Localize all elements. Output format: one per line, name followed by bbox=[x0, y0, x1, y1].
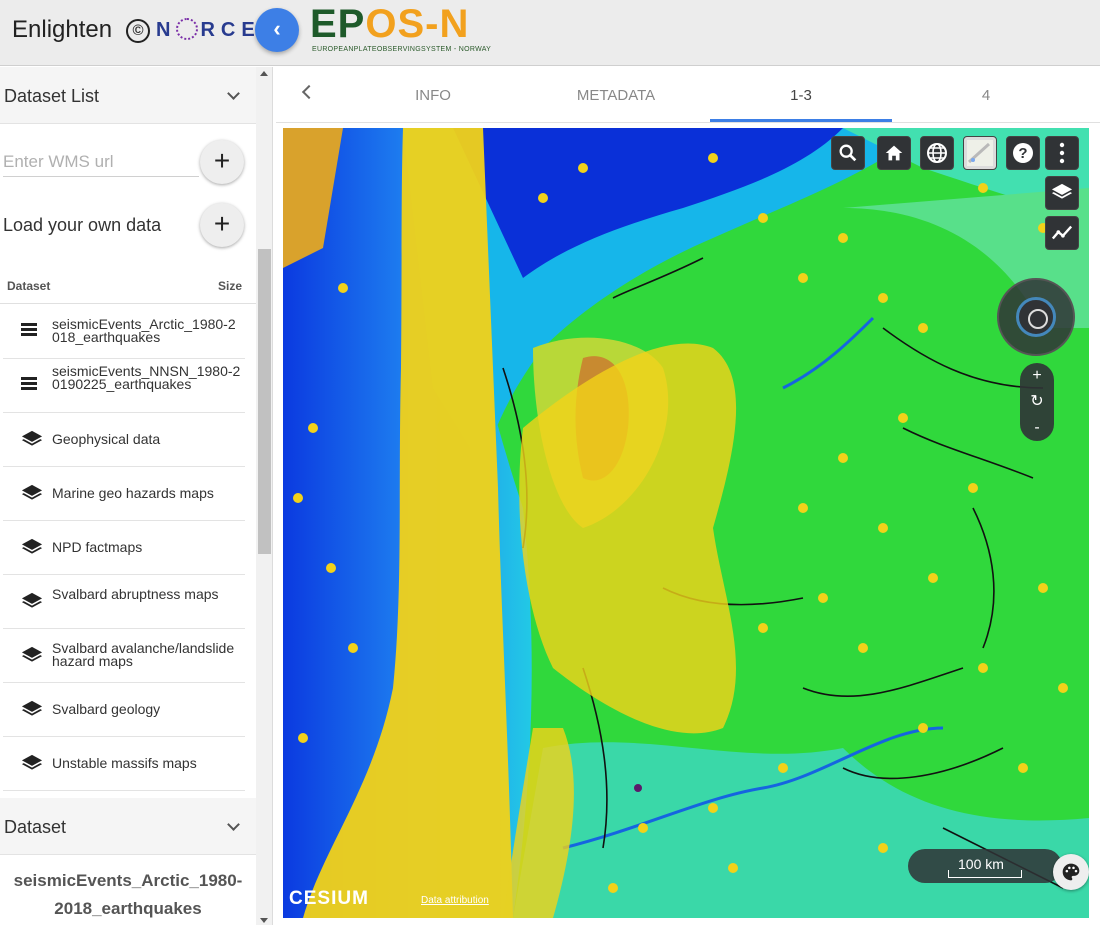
help-icon: ? bbox=[1013, 143, 1033, 163]
dataset-name: seismicEvents_NNSN_1980-20190225_earthqu… bbox=[52, 363, 241, 392]
sidebar-scrollbar[interactable] bbox=[256, 67, 273, 925]
chart-button[interactable] bbox=[1045, 216, 1079, 250]
palette-button[interactable] bbox=[1053, 854, 1089, 890]
dataset-row[interactable]: Svalbard abruptness maps bbox=[3, 575, 245, 629]
plus-icon: + bbox=[213, 208, 231, 239]
home-button[interactable] bbox=[877, 136, 911, 170]
layers-icon bbox=[21, 429, 43, 451]
epos-norway-logo: EPOS-N EUROPEANPLATEOBSERVINGSYSTEM - NO… bbox=[310, 2, 492, 53]
terrain-layer bbox=[283, 128, 1089, 918]
active-tab-indicator bbox=[710, 119, 892, 122]
load-own-data-button[interactable]: + bbox=[200, 203, 244, 247]
more-options-button[interactable] bbox=[1045, 136, 1079, 170]
load-own-data-label: Load your own data bbox=[3, 215, 162, 235]
basemap-picker-button[interactable] bbox=[963, 136, 997, 170]
app-title: Enlighten bbox=[12, 16, 113, 43]
layers-panel-button[interactable] bbox=[1045, 176, 1079, 210]
plus-icon: + bbox=[213, 145, 231, 176]
dataset-row[interactable]: seismicEvents_NNSN_1980-20190225_earthqu… bbox=[3, 359, 245, 413]
tab-info[interactable]: INFO bbox=[386, 87, 480, 104]
copyright-icon: © bbox=[126, 19, 150, 43]
svg-text:?: ? bbox=[1018, 145, 1027, 162]
tab-bar: INFO METADATA 1-3 4 bbox=[276, 67, 1100, 123]
layers-icon bbox=[21, 591, 43, 613]
sidebar-collapse-button[interactable]: ‹ bbox=[255, 8, 299, 52]
cesium-logo: CESIUM bbox=[289, 888, 369, 909]
sidebar: Dataset List + Load your own data + Data… bbox=[0, 67, 256, 925]
chevron-left-icon: ‹ bbox=[273, 16, 281, 41]
app-header: Enlighten © N RCE ‹ EPOS-N EUROPEANPLATEO… bbox=[0, 0, 1100, 66]
dataset-name: Geophysical data bbox=[52, 431, 161, 447]
dataset-row[interactable]: Svalbard geology bbox=[3, 683, 245, 737]
epos-subtitle: EUROPEANPLATEOBSERVINGSYSTEM - NORWAY bbox=[312, 46, 492, 53]
layers-icon bbox=[21, 753, 43, 775]
zoom-controls: + ↻ - bbox=[1020, 363, 1054, 441]
zoom-in-button[interactable]: + bbox=[1020, 363, 1054, 389]
dataset-name: Svalbard avalanche/landslide hazard maps bbox=[52, 640, 235, 669]
epos-globe-icon: O bbox=[365, 2, 398, 46]
globe-button[interactable] bbox=[920, 136, 954, 170]
dataset-section-header[interactable]: Dataset bbox=[0, 798, 256, 855]
selected-dataset-title: seismicEvents_Arctic_1980- 2018_earthqua… bbox=[13, 871, 243, 918]
dataset-row[interactable]: seismicEvents_Arctic_1980-2018_earthquak… bbox=[3, 305, 245, 359]
zoom-out-button[interactable]: - bbox=[1020, 415, 1054, 441]
norce-o-icon bbox=[176, 17, 199, 40]
chevron-down-icon bbox=[227, 818, 240, 831]
scroll-up-icon[interactable] bbox=[260, 71, 268, 76]
dataset-name: seismicEvents_Arctic_1980-2018_earthquak… bbox=[52, 316, 236, 345]
basemap-icon bbox=[967, 140, 993, 166]
search-button[interactable] bbox=[831, 136, 865, 170]
globe-icon bbox=[927, 143, 947, 163]
home-icon bbox=[885, 145, 903, 161]
tab-1-3[interactable]: 1-3 bbox=[746, 87, 856, 104]
zoom-reset-button[interactable]: ↻ bbox=[1020, 389, 1054, 415]
tab-back-icon[interactable] bbox=[301, 84, 317, 100]
cesium-map-viewer[interactable]: ? + ↻ - 100 km CESIUM Data attribution bbox=[283, 128, 1089, 918]
line-chart-icon bbox=[1051, 225, 1073, 240]
add-wms-button[interactable]: + bbox=[200, 140, 244, 184]
dataset-name: Marine geo hazards maps bbox=[52, 485, 214, 501]
globe-orbit-icon bbox=[1028, 309, 1048, 329]
chevron-down-icon bbox=[227, 87, 240, 100]
layers-icon bbox=[21, 483, 43, 505]
scroll-down-icon[interactable] bbox=[260, 918, 268, 923]
wms-url-input[interactable] bbox=[3, 147, 199, 177]
dataset-row[interactable]: Svalbard avalanche/landslide hazard maps bbox=[3, 629, 245, 683]
dataset-row[interactable]: NPD factmaps bbox=[3, 521, 245, 575]
list-icon bbox=[21, 377, 43, 399]
layers-icon bbox=[21, 537, 43, 559]
dataset-table-header: Dataset Size bbox=[0, 271, 256, 304]
tab-metadata[interactable]: METADATA bbox=[556, 87, 676, 104]
norce-logo: N RCE bbox=[156, 17, 261, 41]
dataset-name: Svalbard abruptness maps bbox=[52, 586, 219, 602]
dataset-name: Svalbard geology bbox=[52, 701, 161, 717]
data-attribution-link[interactable]: Data attribution bbox=[421, 895, 489, 906]
help-button[interactable]: ? bbox=[1006, 136, 1040, 170]
dataset-row[interactable]: Unstable massifs maps bbox=[3, 737, 245, 791]
column-header-dataset: Dataset bbox=[7, 279, 51, 293]
search-icon bbox=[839, 144, 857, 162]
list-icon bbox=[21, 323, 43, 345]
layers-icon bbox=[21, 699, 43, 721]
dataset-name: NPD factmaps bbox=[52, 539, 143, 555]
dataset-name: Unstable massifs maps bbox=[52, 755, 197, 771]
more-vert-icon bbox=[1059, 142, 1065, 164]
scroll-thumb[interactable] bbox=[258, 249, 271, 554]
palette-icon bbox=[1062, 863, 1080, 881]
layers-icon bbox=[1051, 183, 1073, 199]
dataset-list-title: Dataset List bbox=[4, 86, 100, 106]
distance-legend: 100 km bbox=[908, 849, 1062, 883]
dataset-list-header[interactable]: Dataset List bbox=[0, 67, 256, 124]
layers-icon bbox=[21, 645, 43, 667]
navigation-compass[interactable] bbox=[997, 278, 1075, 356]
scale-bar bbox=[948, 870, 1022, 878]
dataset-section-title: Dataset bbox=[4, 817, 67, 837]
dataset-row[interactable]: Marine geo hazards maps bbox=[3, 467, 245, 521]
column-header-size: Size bbox=[217, 279, 242, 293]
tab-4[interactable]: 4 bbox=[936, 87, 1036, 104]
dataset-row[interactable]: Geophysical data bbox=[3, 413, 245, 467]
